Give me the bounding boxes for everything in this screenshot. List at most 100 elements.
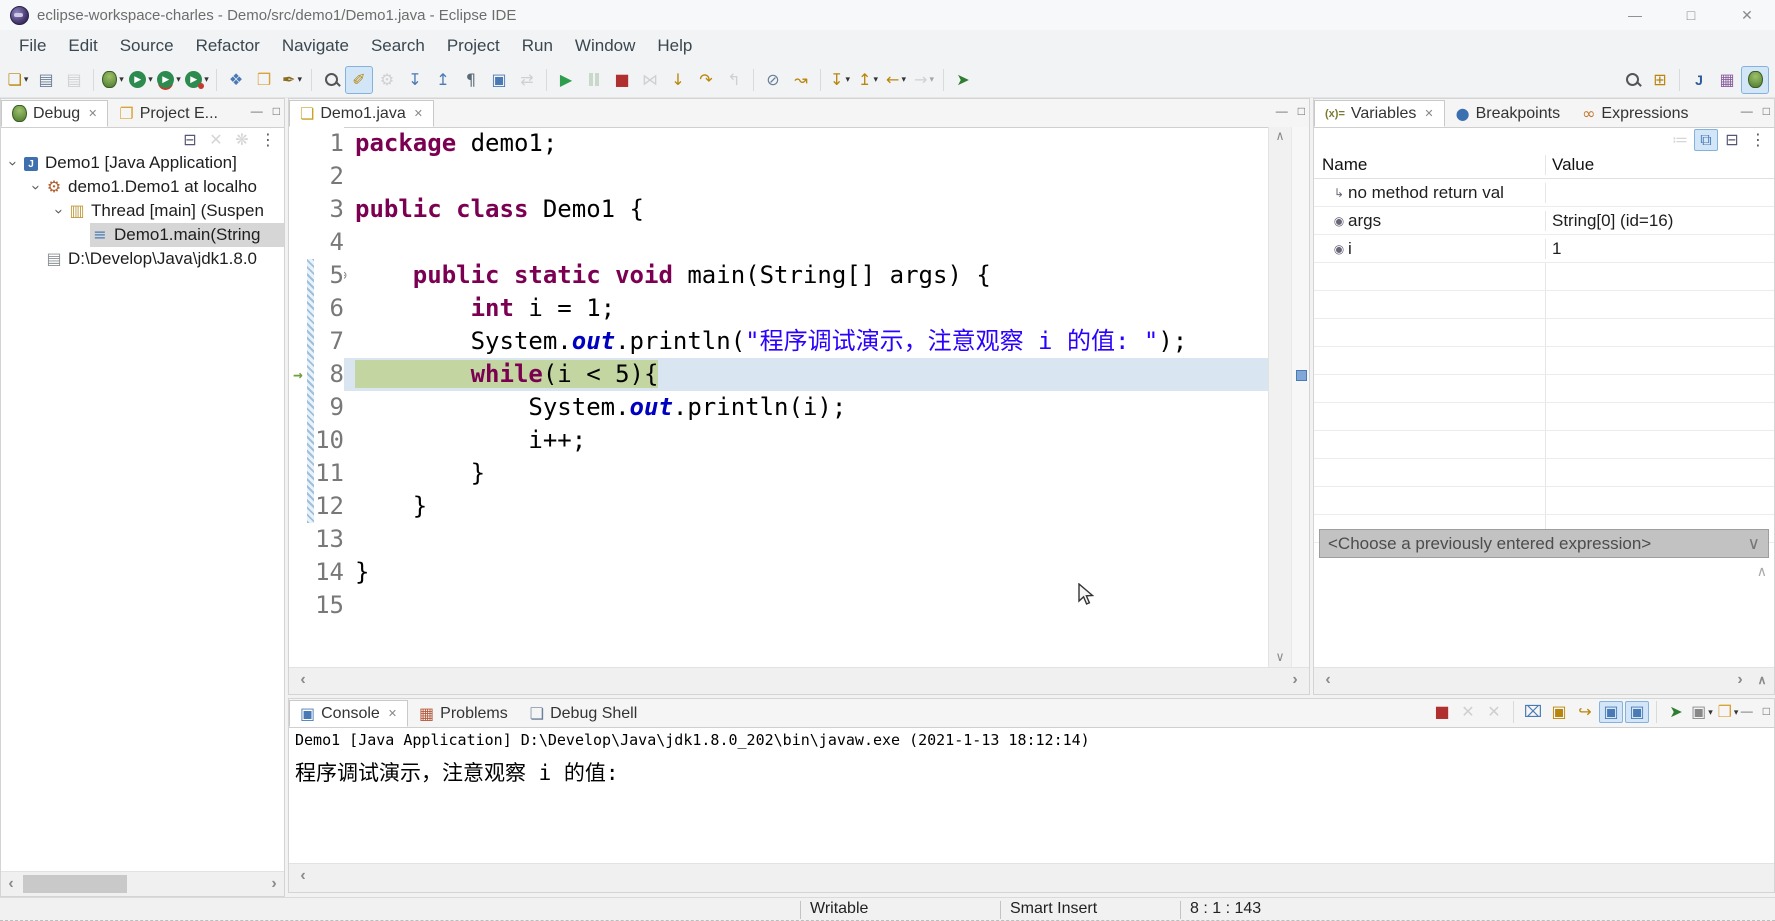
dropdown-arrow-icon[interactable]: ▾: [297, 74, 302, 85]
search-button[interactable]: [1618, 66, 1646, 94]
scroll-left-icon[interactable]: ‹: [293, 864, 313, 888]
code-line-9[interactable]: System.out.println(i);: [344, 391, 1268, 424]
variables-h-scrollbar[interactable]: ‹ › ∧: [1314, 667, 1774, 694]
menu-source[interactable]: Source: [109, 30, 185, 62]
coverage-button[interactable]: ▶▾: [155, 66, 183, 94]
console-output-text[interactable]: 程序调试演示，注意观察 i 的值:: [295, 757, 619, 787]
scroll-right-icon[interactable]: ›: [1285, 668, 1305, 692]
tab-debug[interactable]: Debug✕: [1, 100, 108, 127]
back-history-button[interactable]: ←▾: [882, 66, 910, 94]
disconnect-button[interactable]: ⋈: [636, 66, 664, 94]
column-header-name[interactable]: Name: [1314, 155, 1546, 175]
code-line-8[interactable]: while(i < 5){: [344, 358, 1268, 391]
current-line-marker[interactable]: [1296, 370, 1307, 381]
tab-breakpoints[interactable]: ●Breakpoints: [1445, 100, 1571, 127]
show-type-names-button[interactable]: ≔: [1668, 129, 1692, 151]
pin-editor-button[interactable]: ➤: [949, 66, 977, 94]
step-into-button[interactable]: ↓: [664, 66, 692, 94]
close-icon[interactable]: ✕: [1424, 107, 1433, 120]
code-line-15[interactable]: [344, 589, 1268, 622]
code-line-14[interactable]: }: [344, 556, 1268, 589]
open-perspective-button[interactable]: ⊞: [1646, 66, 1674, 94]
use-step-filters-button[interactable]: ↝: [787, 66, 815, 94]
open-resource-button[interactable]: ❒: [250, 66, 278, 94]
java-search-button[interactable]: ✒▾: [278, 66, 306, 94]
show-whitespace-button[interactable]: ¶: [457, 66, 485, 94]
run-button[interactable]: ▶▾: [127, 66, 155, 94]
tab-variables[interactable]: (x)=Variables✕: [1314, 100, 1445, 127]
annotation-gutter[interactable]: →: [289, 127, 307, 667]
code-line-12[interactable]: }: [344, 490, 1268, 523]
collapse-all-button[interactable]: ⊟: [178, 129, 202, 151]
tree-item-launch[interactable]: ›JDemo1 [Java Application]: [1, 151, 284, 175]
dropdown-arrow-icon[interactable]: ▾: [176, 74, 181, 85]
skip-all-breakpoints-button[interactable]: ⊘: [759, 66, 787, 94]
code-line-1[interactable]: package demo1;: [344, 127, 1268, 160]
pin-console-button[interactable]: ➤: [1664, 701, 1688, 723]
scroll-down-icon[interactable]: ∨: [1269, 650, 1291, 665]
show-stderr-when-changed-button[interactable]: ▣: [1625, 701, 1649, 723]
save-button[interactable]: ▤: [32, 66, 60, 94]
minimize-button[interactable]: —: [1607, 0, 1663, 30]
editor-v-scrollbar[interactable]: ∧ ∨: [1268, 127, 1291, 667]
scroll-left-icon[interactable]: ‹: [1, 872, 21, 896]
step-over-button[interactable]: ↷: [692, 66, 720, 94]
tree-item-jdk[interactable]: ▤D:\Develop\Java\jdk1.8.0: [1, 247, 284, 271]
link-with-editor-button[interactable]: ⇄: [513, 66, 541, 94]
close-button[interactable]: ✕: [1719, 0, 1775, 30]
code-line-10[interactable]: i++;: [344, 424, 1268, 457]
menu-window[interactable]: Window: [564, 30, 646, 62]
tree-item-thread[interactable]: ›▥Thread [main] (Suspen: [1, 199, 284, 223]
suspend-button[interactable]: [580, 66, 608, 94]
var-row-args[interactable]: ◉argsString[0] (id=16): [1314, 207, 1774, 235]
display-selected-console-button[interactable]: ▣▾: [1690, 701, 1714, 723]
menu-help[interactable]: Help: [646, 30, 703, 62]
code-line-3[interactable]: public class Demo1 {: [344, 193, 1268, 226]
profile-button[interactable]: ▶▾: [183, 66, 211, 94]
remove-all-terminated-button[interactable]: ✕: [204, 129, 228, 151]
debug-button[interactable]: ▾: [99, 66, 127, 94]
expression-combo[interactable]: <Choose a previously entered expression>…: [1319, 529, 1769, 558]
close-icon[interactable]: ✕: [388, 707, 397, 720]
go-to-next-edit-location-button[interactable]: ↥▾: [854, 66, 882, 94]
dropdown-arrow-icon[interactable]: ▾: [24, 74, 29, 85]
terminate-button[interactable]: ■: [608, 66, 636, 94]
scroll-left-icon[interactable]: ‹: [1318, 668, 1338, 692]
code-line-7[interactable]: System.out.println("程序调试演示，注意观察 i 的值: ")…: [344, 325, 1268, 358]
next-annotation-button[interactable]: ↧: [401, 66, 429, 94]
scroll-right-icon[interactable]: ›: [264, 872, 284, 896]
menu-project[interactable]: Project: [436, 30, 511, 62]
line-number-gutter[interactable]: 123456789101112131415: [314, 127, 344, 667]
console-h-scrollbar[interactable]: ‹: [289, 863, 1774, 892]
new-wizard-button[interactable]: ❏▾: [4, 66, 32, 94]
variable-detail-pane[interactable]: ∧: [1319, 559, 1769, 665]
last-edit-location-button[interactable]: ↧▾: [826, 66, 854, 94]
overview-ruler[interactable]: [1291, 127, 1309, 667]
fold-collapse-icon[interactable]: ⊖: [344, 259, 347, 292]
debug-view-filters-button[interactable]: ❋: [230, 129, 254, 151]
dropdown-arrow-icon[interactable]: ▾: [873, 74, 878, 85]
maximize-button[interactable]: □: [1663, 0, 1719, 30]
minimize-view-icon[interactable]: —: [1741, 104, 1753, 118]
minimize-editor-icon[interactable]: —: [1276, 104, 1288, 118]
scroll-corner-icon[interactable]: ∧: [1752, 668, 1772, 692]
column-header-value[interactable]: Value: [1546, 155, 1774, 175]
terminate-button[interactable]: ■: [1430, 701, 1454, 723]
editor-h-scrollbar[interactable]: ‹ ›: [289, 667, 1309, 694]
word-wrap-button[interactable]: ↪: [1573, 701, 1597, 723]
remove-all-terminated-button[interactable]: ✕: [1482, 701, 1506, 723]
java-browsing-perspective-button[interactable]: ▦: [1713, 66, 1741, 94]
expand-arrow-icon[interactable]: ›: [5, 155, 22, 171]
expand-arrow-icon[interactable]: ›: [28, 179, 45, 195]
code-editor[interactable]: → 123456789101112131415 package demo1; pu…: [289, 127, 1309, 667]
scroll-up-icon[interactable]: ∧: [1269, 129, 1291, 144]
code-line-5[interactable]: ⊖ public static void main(String[] args)…: [344, 259, 1268, 292]
expand-arrow-icon[interactable]: ›: [51, 203, 68, 219]
tab-console[interactable]: ▣Console✕: [289, 700, 408, 727]
scrollbar-thumb[interactable]: [23, 875, 127, 893]
collapse-all-button[interactable]: ⊟: [1720, 129, 1744, 151]
view-menu-button[interactable]: ⋮: [256, 129, 280, 151]
tab-project-explorer[interactable]: ❐Project E...: [108, 100, 229, 127]
dropdown-arrow-icon[interactable]: ▾: [901, 74, 906, 85]
debug-h-scrollbar[interactable]: ‹ ›: [1, 871, 284, 896]
